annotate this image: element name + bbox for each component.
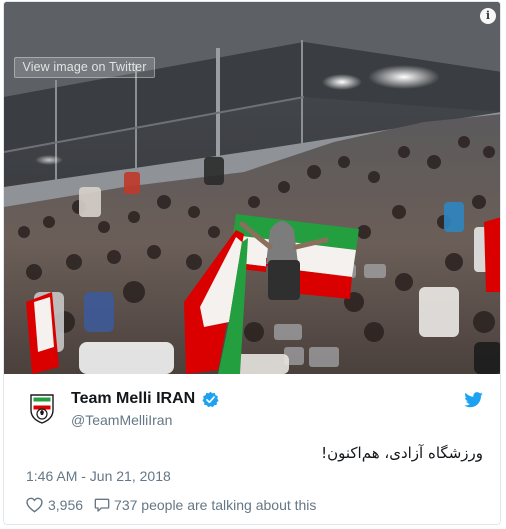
tweet-actions: 3,956 737 people are talking about this	[26, 495, 316, 515]
author-name[interactable]: Team Melli IRAN	[71, 390, 195, 408]
people-talking-link[interactable]: 737 people are talking about this	[114, 497, 316, 513]
tweet-text: ورزشگاه آزادی، هم‌اکنون!	[321, 444, 483, 462]
comment-icon[interactable]	[94, 497, 110, 513]
verified-badge-icon	[202, 391, 219, 408]
info-icon[interactable]: i	[480, 8, 496, 24]
tweet-photo[interactable]: View image on Twitter i	[4, 2, 500, 374]
team-melli-crest-icon[interactable]	[29, 392, 55, 424]
heart-icon[interactable]	[26, 497, 43, 513]
embedded-tweet-card[interactable]: View image on Twitter i Team Melli IRAN …	[3, 1, 501, 525]
like-count[interactable]: 3,956	[48, 497, 83, 513]
view-image-on-twitter-link[interactable]: View image on Twitter	[14, 57, 155, 78]
tweet-timestamp[interactable]: 1:46 AM - Jun 21, 2018	[26, 468, 171, 484]
flag-right	[484, 217, 500, 292]
author-handle[interactable]: @TeamMelliIran	[71, 412, 172, 428]
twitter-bird-icon[interactable]	[464, 392, 483, 408]
